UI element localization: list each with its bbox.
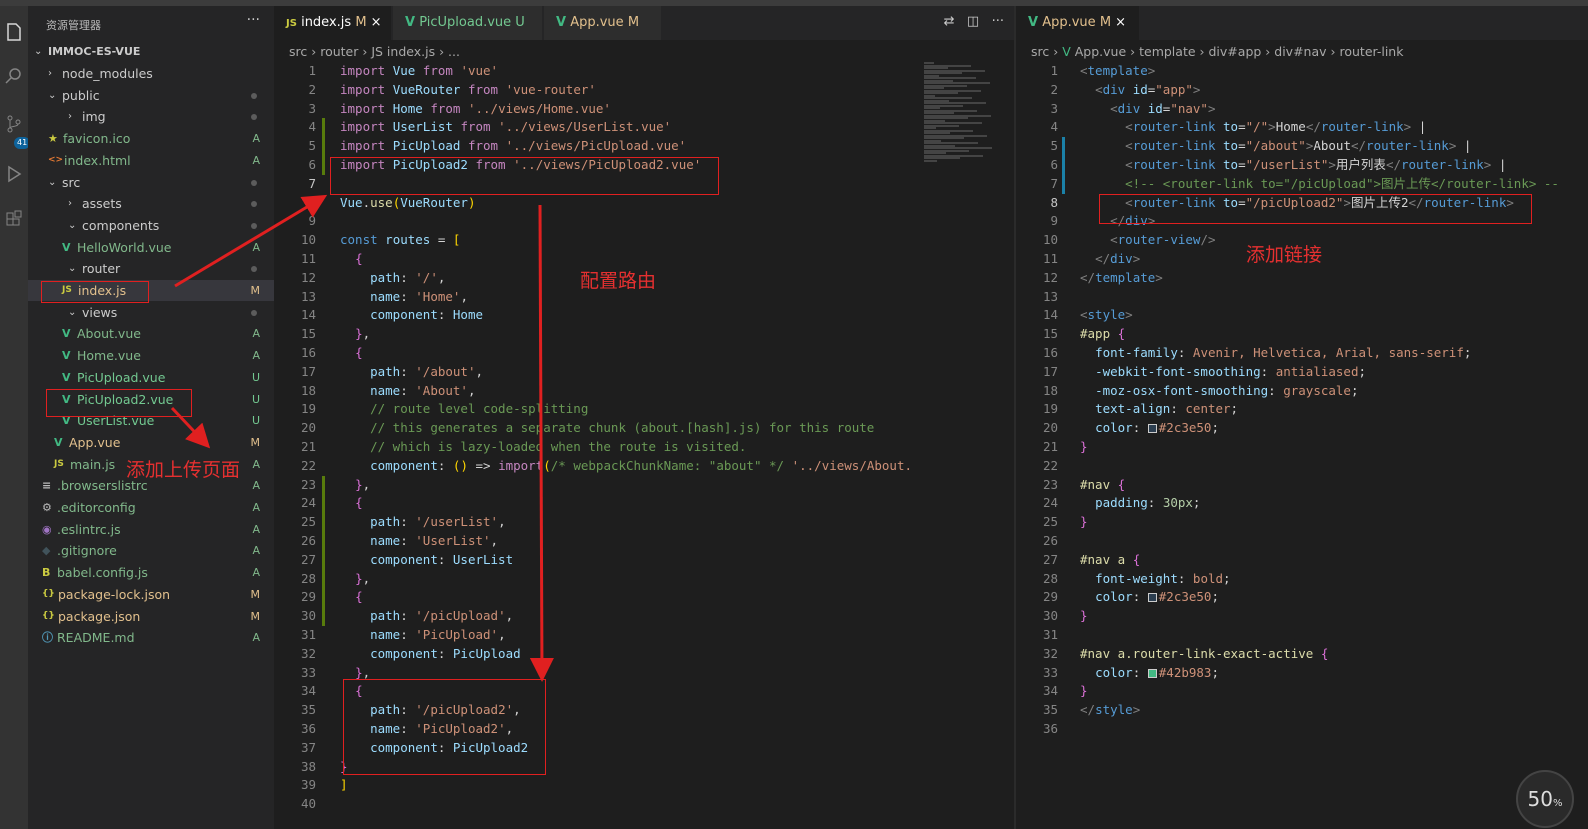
zoom-unit: %: [1552, 798, 1563, 809]
zoom-value: 50: [1527, 787, 1553, 811]
zoom-indicator: 50%: [1516, 770, 1574, 828]
vscode-window: 41 资源管理器 ··· ⌄ IMMOC-ES-VUE › node_module…: [0, 0, 1588, 829]
annotation-arrows: [170, 194, 554, 682]
